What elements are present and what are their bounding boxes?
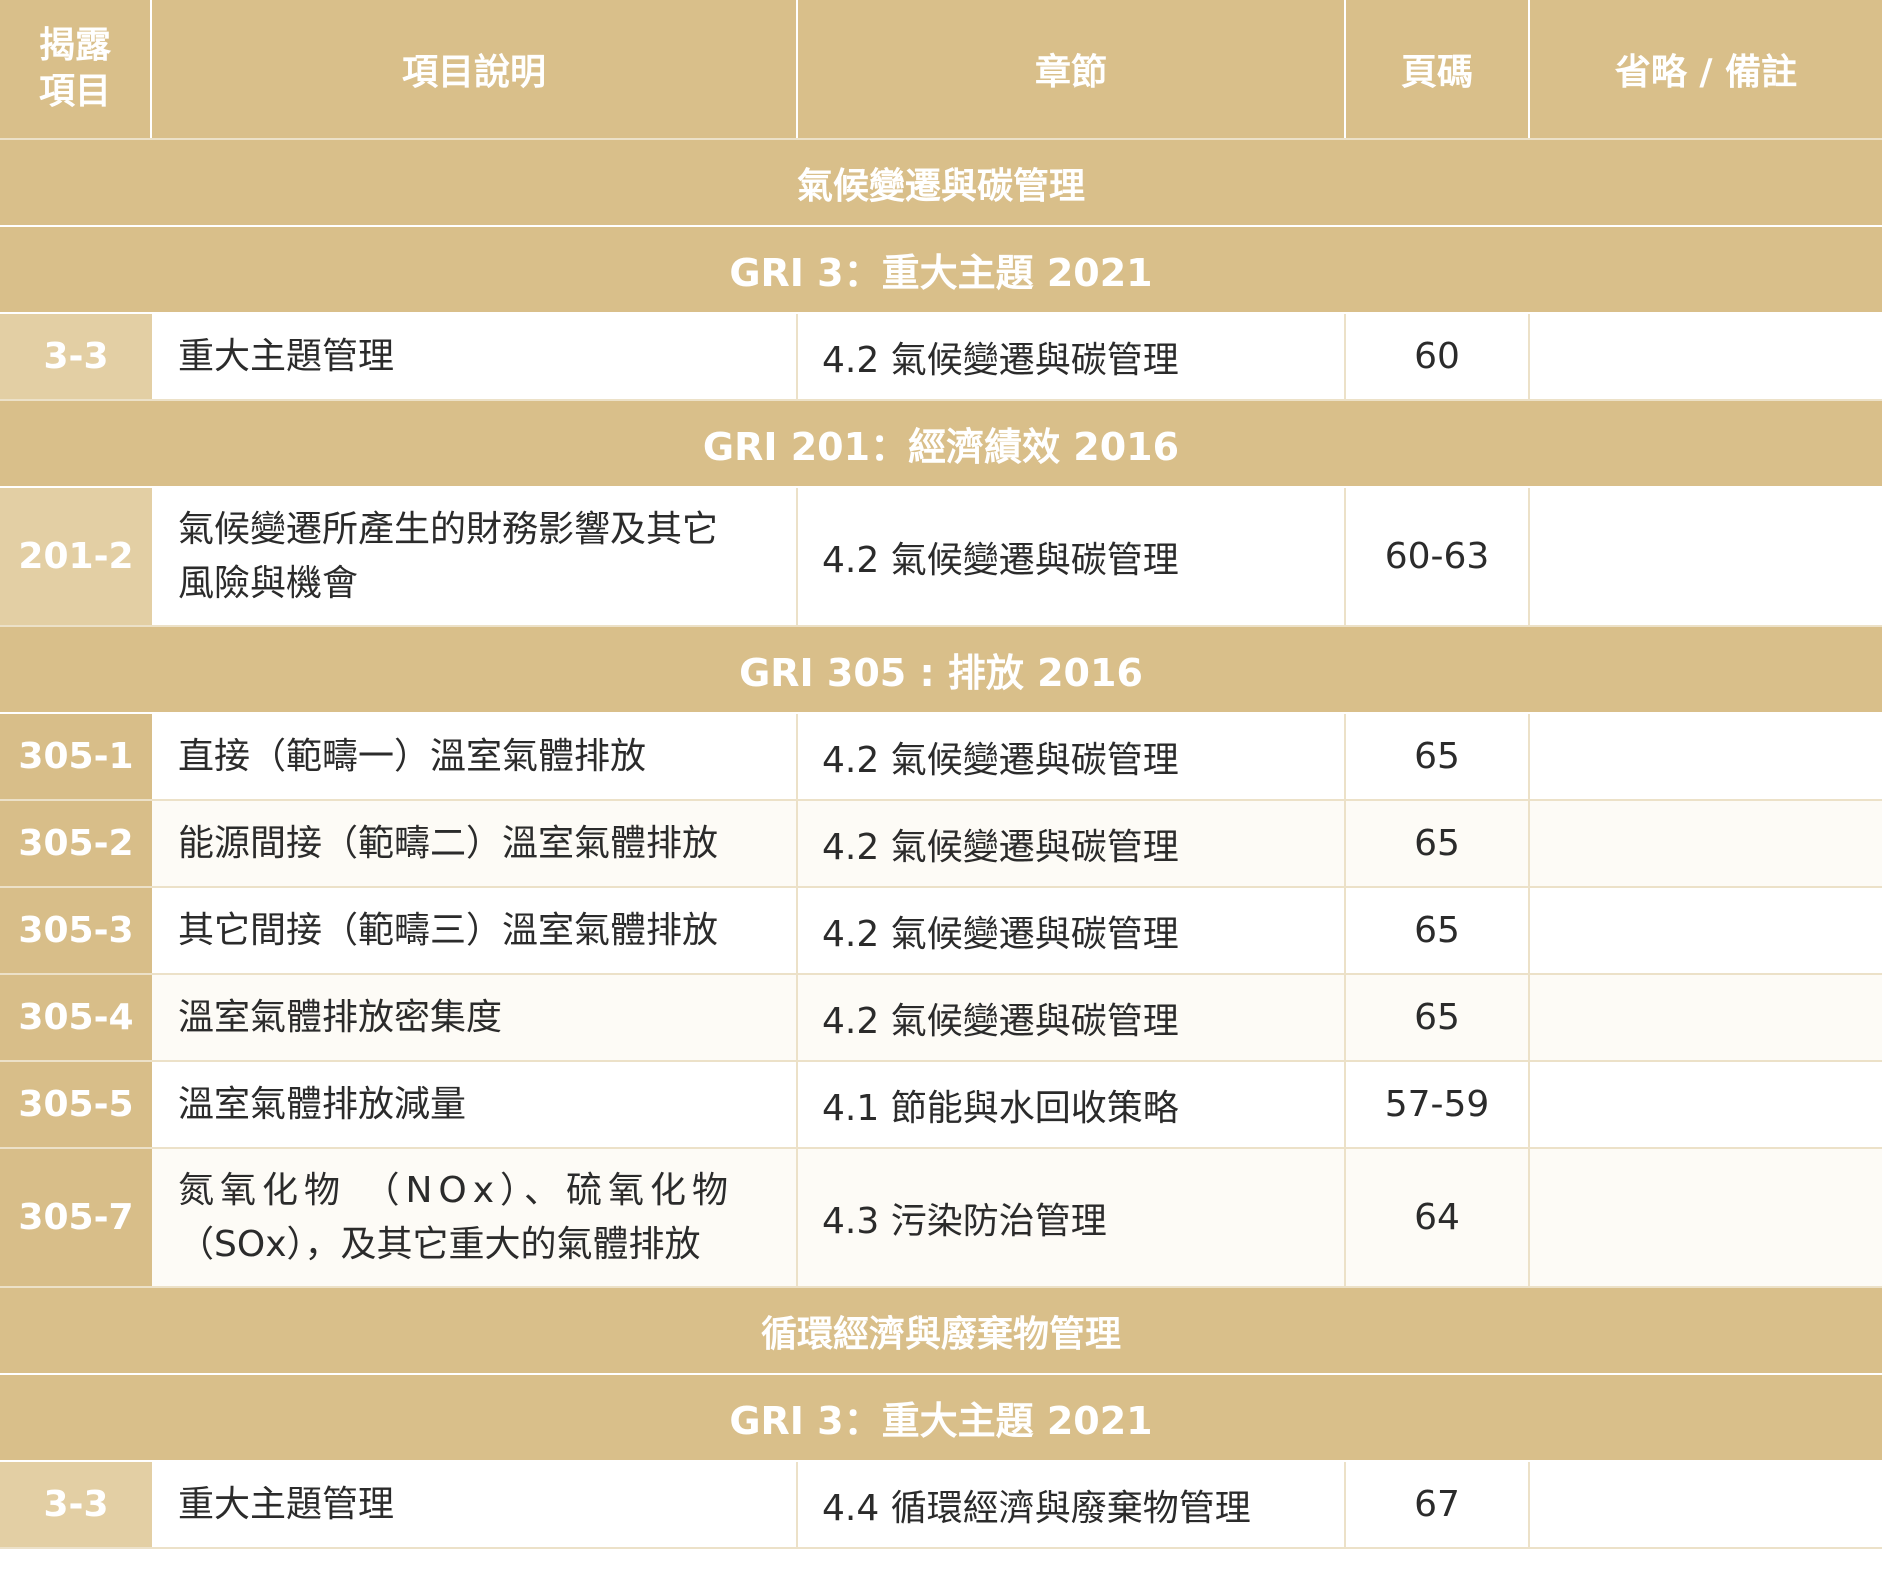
omission-note — [1530, 975, 1882, 1060]
page-number: 60 — [1346, 314, 1530, 399]
page-number: 67 — [1346, 1462, 1530, 1547]
disclosure-code: 305-4 — [0, 975, 152, 1060]
description: 重大主題管理 — [152, 1462, 798, 1547]
description: 其它間接（範疇三）溫室氣體排放 — [152, 888, 798, 973]
omission-note — [1530, 801, 1882, 886]
chapter: 4.2 氣候變遷與碳管理 — [798, 714, 1346, 799]
description: 氮氧化物 （NOx）、硫氧化物 （SOx），及其它重大的氣體排放 — [152, 1149, 798, 1286]
disclosure-code: 305-7 — [0, 1149, 152, 1286]
page-number: 60-63 — [1346, 488, 1530, 625]
header-chapter: 章節 — [798, 0, 1346, 138]
page-number: 65 — [1346, 714, 1530, 799]
description: 氣候變遷所產生的財務影響及其它 風險與機會 — [152, 488, 798, 625]
page-number: 64 — [1346, 1149, 1530, 1286]
page-number: 65 — [1346, 975, 1530, 1060]
table-row: 3-3 重大主題管理 4.2 氣候變遷與碳管理 60 — [0, 314, 1882, 401]
chapter: 4.2 氣候變遷與碳管理 — [798, 888, 1346, 973]
description: 重大主題管理 — [152, 314, 798, 399]
subsection-gri3-circular: GRI 3：重大主題 2021 — [0, 1375, 1882, 1462]
subsection-gri3-climate: GRI 3：重大主題 2021 — [0, 227, 1882, 314]
table-row: 305-4 溫室氣體排放密集度 4.2 氣候變遷與碳管理 65 — [0, 975, 1882, 1062]
table-header-row: 揭露項目 項目說明 章節 頁碼 省略 / 備註 — [0, 0, 1882, 140]
header-omission-note: 省略 / 備註 — [1614, 52, 1798, 93]
header-page: 頁碼 — [1346, 0, 1530, 138]
disclosure-code: 305-3 — [0, 888, 152, 973]
chapter: 4.3 污染防治管理 — [798, 1149, 1346, 1286]
disclosure-code: 3-3 — [0, 1462, 152, 1547]
disclosure-code: 305-1 — [0, 714, 152, 799]
description: 直接（範疇一）溫室氣體排放 — [152, 714, 798, 799]
omission-note — [1530, 1462, 1882, 1547]
table-row: 305-5 溫室氣體排放減量 4.1 節能與水回收策略 57-59 — [0, 1062, 1882, 1149]
section-title-climate: 氣候變遷與碳管理 — [0, 140, 1882, 227]
table-row: 305-3 其它間接（範疇三）溫室氣體排放 4.2 氣候變遷與碳管理 65 — [0, 888, 1882, 975]
disclosure-code: 201-2 — [0, 488, 152, 625]
table-row: 3-3 重大主題管理 4.4 循環經濟與廢棄物管理 67 — [0, 1462, 1882, 1549]
description-line1: 氮氧化物 （NOx）、硫氧化物 — [178, 1169, 735, 1211]
table-row: 305-1 直接（範疇一）溫室氣體排放 4.2 氣候變遷與碳管理 65 — [0, 714, 1882, 801]
description-line2: （SOx），及其它重大的氣體排放 — [178, 1223, 701, 1265]
description: 溫室氣體排放減量 — [152, 1062, 798, 1147]
page-number: 65 — [1346, 801, 1530, 886]
description-line1: 氣候變遷所產生的財務影響及其它 — [178, 508, 719, 550]
omission-note — [1530, 488, 1882, 625]
gri-index-table: 揭露項目 項目說明 章節 頁碼 省略 / 備註 氣候變遷與碳管理 GRI 3：重… — [0, 0, 1882, 1549]
description: 溫室氣體排放密集度 — [152, 975, 798, 1060]
disclosure-code: 305-2 — [0, 801, 152, 886]
page-number: 65 — [1346, 888, 1530, 973]
chapter: 4.2 氣候變遷與碳管理 — [798, 975, 1346, 1060]
table-row: 305-2 能源間接（範疇二）溫室氣體排放 4.2 氣候變遷與碳管理 65 — [0, 801, 1882, 888]
subsection-gri201: GRI 201：經濟績效 2016 — [0, 401, 1882, 488]
omission-note — [1530, 1062, 1882, 1147]
chapter: 4.2 氣候變遷與碳管理 — [798, 314, 1346, 399]
section-title-circular: 循環經濟與廢棄物管理 — [0, 1288, 1882, 1375]
disclosure-code: 3-3 — [0, 314, 152, 399]
chapter: 4.4 循環經濟與廢棄物管理 — [798, 1462, 1346, 1547]
omission-note — [1530, 888, 1882, 973]
chapter: 4.1 節能與水回收策略 — [798, 1062, 1346, 1147]
header-disclosure-line2: 項目 — [38, 71, 111, 112]
chapter: 4.2 氣候變遷與碳管理 — [798, 488, 1346, 625]
table-row: 305-7 氮氧化物 （NOx）、硫氧化物 （SOx），及其它重大的氣體排放 4.… — [0, 1149, 1882, 1288]
disclosure-code: 305-5 — [0, 1062, 152, 1147]
description-line2: 風險與機會 — [178, 562, 359, 604]
header-description: 項目說明 — [152, 0, 798, 138]
table-row: 201-2 氣候變遷所產生的財務影響及其它 風險與機會 4.2 氣候變遷與碳管理 … — [0, 488, 1882, 627]
page-number: 57-59 — [1346, 1062, 1530, 1147]
chapter: 4.2 氣候變遷與碳管理 — [798, 801, 1346, 886]
omission-note — [1530, 714, 1882, 799]
header-disclosure-line1: 揭露 — [38, 25, 111, 66]
header-disclosure: 揭露 項目 — [0, 0, 152, 138]
description: 能源間接（範疇二）溫室氣體排放 — [152, 801, 798, 886]
omission-note — [1530, 1149, 1882, 1286]
subsection-gri305: GRI 305 : 排放 2016 — [0, 627, 1882, 714]
omission-note — [1530, 314, 1882, 399]
